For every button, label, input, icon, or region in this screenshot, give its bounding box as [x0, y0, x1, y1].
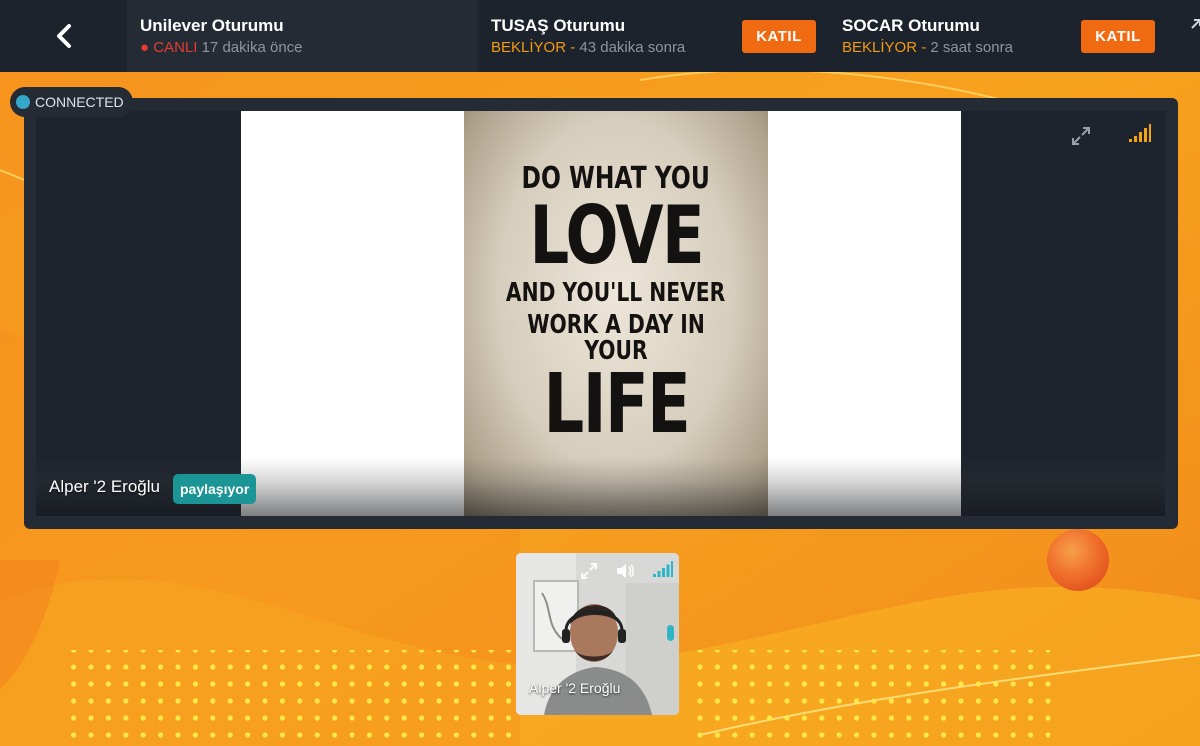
session-tusas: TUSAŞ Oturumu BEKLİYOR - 43 dakika sonra…: [478, 0, 829, 72]
participant-name: Alper '2 Eroğlu: [529, 680, 621, 696]
signal-bars-icon: [653, 561, 673, 577]
next-session-peek[interactable]: [1184, 18, 1200, 54]
connection-status-badge: CONNECTED: [10, 87, 133, 117]
session-time: 43 dakika sonra: [579, 39, 686, 56]
waiting-status-label: BEKLİYOR -: [491, 39, 576, 56]
poster-line: LOVE: [529, 188, 704, 282]
poster-line: LIFE: [543, 356, 690, 452]
connection-label: CONNECTED: [35, 94, 124, 110]
signal-bars-icon: [1129, 124, 1151, 142]
session-unilever[interactable]: Unilever Oturumu ● CANLI 17 dakika önce: [127, 0, 478, 72]
session-status: ● CANLI 17 dakika önce: [140, 38, 478, 58]
back-button[interactable]: [0, 0, 127, 72]
live-status-label: ● CANLI: [140, 39, 198, 56]
expand-icon[interactable]: [580, 562, 598, 580]
waiting-status-label: BEKLİYOR -: [842, 39, 927, 56]
session-socar: SOCAR Oturumu BEKLİYOR - 2 saat sonra KA…: [829, 0, 1190, 72]
main-stage: DO WHAT YOU LOVE AND YOU'LL NEVER WORK A…: [24, 98, 1178, 529]
audio-level-indicator: [667, 625, 674, 641]
volume-icon[interactable]: [615, 561, 635, 581]
expand-icon: [1191, 19, 1200, 29]
session-title: Unilever Oturumu: [140, 16, 284, 35]
expand-icon[interactable]: [1070, 125, 1092, 147]
session-time: 2 saat sonra: [930, 39, 1013, 56]
chevron-left-icon: [56, 24, 71, 48]
shared-screen: DO WHAT YOU LOVE AND YOU'LL NEVER WORK A…: [36, 111, 1165, 516]
join-tusas-button[interactable]: KATIL: [742, 20, 816, 53]
presenter-name: Alper '2 Eroğlu: [49, 477, 160, 496]
connection-dot: [16, 95, 30, 109]
shared-poster-image: DO WHAT YOU LOVE AND YOU'LL NEVER WORK A…: [464, 111, 768, 516]
sharing-badge: paylaşıyor: [173, 474, 257, 504]
session-time: 17 dakika önce: [201, 39, 303, 56]
join-socar-button[interactable]: KATIL: [1081, 20, 1155, 53]
participant-video-tile[interactable]: Alper '2 Eroğlu: [516, 553, 679, 715]
poster-line: AND YOU'LL NEVER: [506, 277, 726, 308]
session-bar: Unilever Oturumu ● CANLI 17 dakika önce …: [0, 0, 1200, 72]
